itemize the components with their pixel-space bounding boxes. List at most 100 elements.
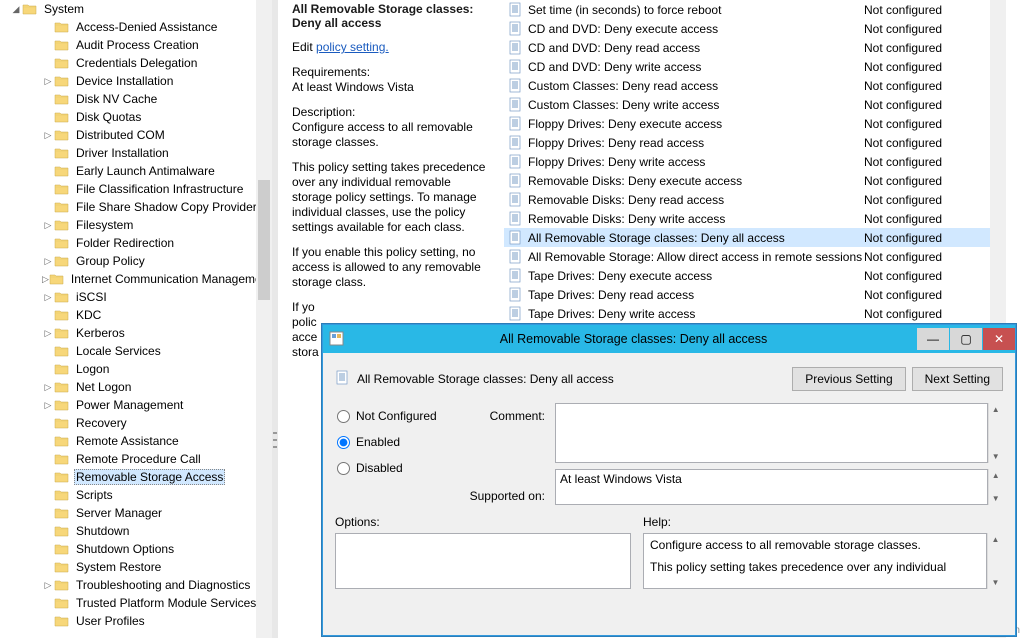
tree-item[interactable]: ▷Power Management <box>0 396 272 414</box>
setting-row[interactable]: All Removable Storage classes: Deny all … <box>504 228 1006 247</box>
radio-not-configured-input[interactable] <box>337 410 350 423</box>
expander-icon[interactable]: ◢ <box>10 4 22 15</box>
expander-icon[interactable]: ▷ <box>42 220 54 231</box>
tree-item[interactable]: Server Manager <box>0 504 272 522</box>
tree-item[interactable]: Logon <box>0 360 272 378</box>
setting-row[interactable]: Tape Drives: Deny read accessNot configu… <box>504 285 1006 304</box>
tree-item[interactable]: Shutdown Options <box>0 540 272 558</box>
comment-scrollbar[interactable]: ▲▼ <box>988 403 1003 463</box>
tree-item[interactable]: Recovery <box>0 414 272 432</box>
setting-state: Not configured <box>864 269 994 283</box>
supported-scrollbar[interactable]: ▲▼ <box>988 469 1003 505</box>
tree-item[interactable]: ▷Internet Communication Management <box>0 270 272 288</box>
setting-name: Custom Classes: Deny read access <box>528 79 864 93</box>
tree-label: User Profiles <box>74 614 147 628</box>
titlebar[interactable]: All Removable Storage classes: Deny all … <box>323 325 1015 353</box>
setting-row[interactable]: Removable Disks: Deny write accessNot co… <box>504 209 1006 228</box>
tree-item[interactable]: Scripts <box>0 486 272 504</box>
setting-row[interactable]: Tape Drives: Deny execute accessNot conf… <box>504 266 1006 285</box>
folder-icon <box>54 344 70 358</box>
setting-row[interactable]: Floppy Drives: Deny read accessNot confi… <box>504 133 1006 152</box>
folder-icon <box>54 470 70 484</box>
tree-label: Logon <box>74 362 111 376</box>
setting-row[interactable]: Removable Disks: Deny read accessNot con… <box>504 190 1006 209</box>
tree-label: Locale Services <box>74 344 163 358</box>
expander-icon[interactable]: ▷ <box>42 292 54 303</box>
setting-row[interactable]: Set time (in seconds) to force rebootNot… <box>504 0 1006 19</box>
tree-item[interactable]: Shutdown <box>0 522 272 540</box>
next-setting-button[interactable]: Next Setting <box>912 367 1003 391</box>
tree-item[interactable]: Early Launch Antimalware <box>0 162 272 180</box>
tree-item[interactable]: Removable Storage Access <box>0 468 272 486</box>
navigation-tree[interactable]: ◢ System Access-Denied AssistanceAudit P… <box>0 0 272 638</box>
tree-item-system[interactable]: ◢ System <box>0 0 272 18</box>
tree-item[interactable]: Folder Redirection <box>0 234 272 252</box>
radio-enabled-input[interactable] <box>337 436 350 449</box>
tree-scrollbar[interactable] <box>256 0 272 638</box>
radio-not-configured[interactable]: Not Configured <box>335 403 455 429</box>
close-button[interactable]: ✕ <box>983 328 1015 350</box>
tree-item[interactable]: Audit Process Creation <box>0 36 272 54</box>
policy-icon <box>508 249 524 265</box>
help-scrollbar[interactable]: ▲▼ <box>987 533 1003 589</box>
tree-item[interactable]: ▷Troubleshooting and Diagnostics <box>0 576 272 594</box>
setting-row[interactable]: Removable Disks: Deny execute accessNot … <box>504 171 1006 190</box>
expander-icon[interactable]: ▷ <box>42 130 54 141</box>
setting-row[interactable]: Custom Classes: Deny write accessNot con… <box>504 95 1006 114</box>
splitter[interactable] <box>272 0 278 638</box>
expander-icon[interactable]: ▷ <box>42 328 54 339</box>
expander-icon[interactable]: ▷ <box>42 400 54 411</box>
scrollbar-thumb[interactable] <box>258 180 270 300</box>
radio-disabled[interactable]: Disabled <box>335 455 455 481</box>
tree-item[interactable]: Driver Installation <box>0 144 272 162</box>
tree-item[interactable]: ▷iSCSI <box>0 288 272 306</box>
tree-label: Net Logon <box>74 380 133 394</box>
tree-item[interactable]: User Profiles <box>0 612 272 630</box>
tree-item[interactable]: Remote Assistance <box>0 432 272 450</box>
tree-item[interactable]: Access-Denied Assistance <box>0 18 272 36</box>
setting-row[interactable]: Floppy Drives: Deny write accessNot conf… <box>504 152 1006 171</box>
minimize-button[interactable]: — <box>917 328 949 350</box>
tree-item[interactable]: ▷Distributed COM <box>0 126 272 144</box>
expander-icon[interactable]: ▷ <box>42 256 54 267</box>
folder-icon <box>54 254 70 268</box>
setting-row[interactable]: All Removable Storage: Allow direct acce… <box>504 247 1006 266</box>
expander-icon[interactable]: ▷ <box>42 76 54 87</box>
tree-item[interactable]: ▷Filesystem <box>0 216 272 234</box>
tree-item[interactable]: Trusted Platform Module Services <box>0 594 272 612</box>
tree-item[interactable]: Locale Services <box>0 342 272 360</box>
tree-item[interactable]: Credentials Delegation <box>0 54 272 72</box>
tree-item[interactable]: File Share Shadow Copy Provider <box>0 198 272 216</box>
tree-item[interactable]: KDC <box>0 306 272 324</box>
setting-row[interactable]: CD and DVD: Deny write accessNot configu… <box>504 57 1006 76</box>
edit-policy-link[interactable]: policy setting. <box>316 40 389 54</box>
tree-item[interactable]: System Restore <box>0 558 272 576</box>
setting-state: Not configured <box>864 231 994 245</box>
setting-row[interactable]: Floppy Drives: Deny execute accessNot co… <box>504 114 1006 133</box>
tree-item[interactable]: Disk Quotas <box>0 108 272 126</box>
expander-icon[interactable]: ▷ <box>42 382 54 393</box>
maximize-button[interactable]: ▢ <box>950 328 982 350</box>
expander-icon[interactable]: ▷ <box>42 580 54 591</box>
tree-item[interactable]: ▷Kerberos <box>0 324 272 342</box>
description-p3: If you enable this policy setting, no ac… <box>292 245 492 290</box>
tree-item[interactable]: Remote Procedure Call <box>0 450 272 468</box>
expander-icon[interactable]: ▷ <box>42 274 49 285</box>
radio-disabled-input[interactable] <box>337 462 350 475</box>
folder-icon <box>54 614 70 628</box>
tree-item[interactable]: ▷Device Installation <box>0 72 272 90</box>
comment-textarea[interactable] <box>555 403 988 463</box>
tree-item[interactable]: ▷ Net Logon <box>0 378 272 396</box>
setting-row[interactable]: Tape Drives: Deny write accessNot config… <box>504 304 1006 323</box>
tree-label: Shutdown <box>74 524 131 538</box>
previous-setting-button[interactable]: Previous Setting <box>792 367 905 391</box>
folder-icon <box>54 146 70 160</box>
radio-enabled[interactable]: Enabled <box>335 429 455 455</box>
setting-row[interactable]: CD and DVD: Deny read accessNot configur… <box>504 38 1006 57</box>
tree-item[interactable]: Disk NV Cache <box>0 90 272 108</box>
setting-row[interactable]: CD and DVD: Deny execute accessNot confi… <box>504 19 1006 38</box>
setting-row[interactable]: Custom Classes: Deny read accessNot conf… <box>504 76 1006 95</box>
policy-icon <box>508 78 524 94</box>
tree-item[interactable]: ▷Group Policy <box>0 252 272 270</box>
tree-item[interactable]: File Classification Infrastructure <box>0 180 272 198</box>
